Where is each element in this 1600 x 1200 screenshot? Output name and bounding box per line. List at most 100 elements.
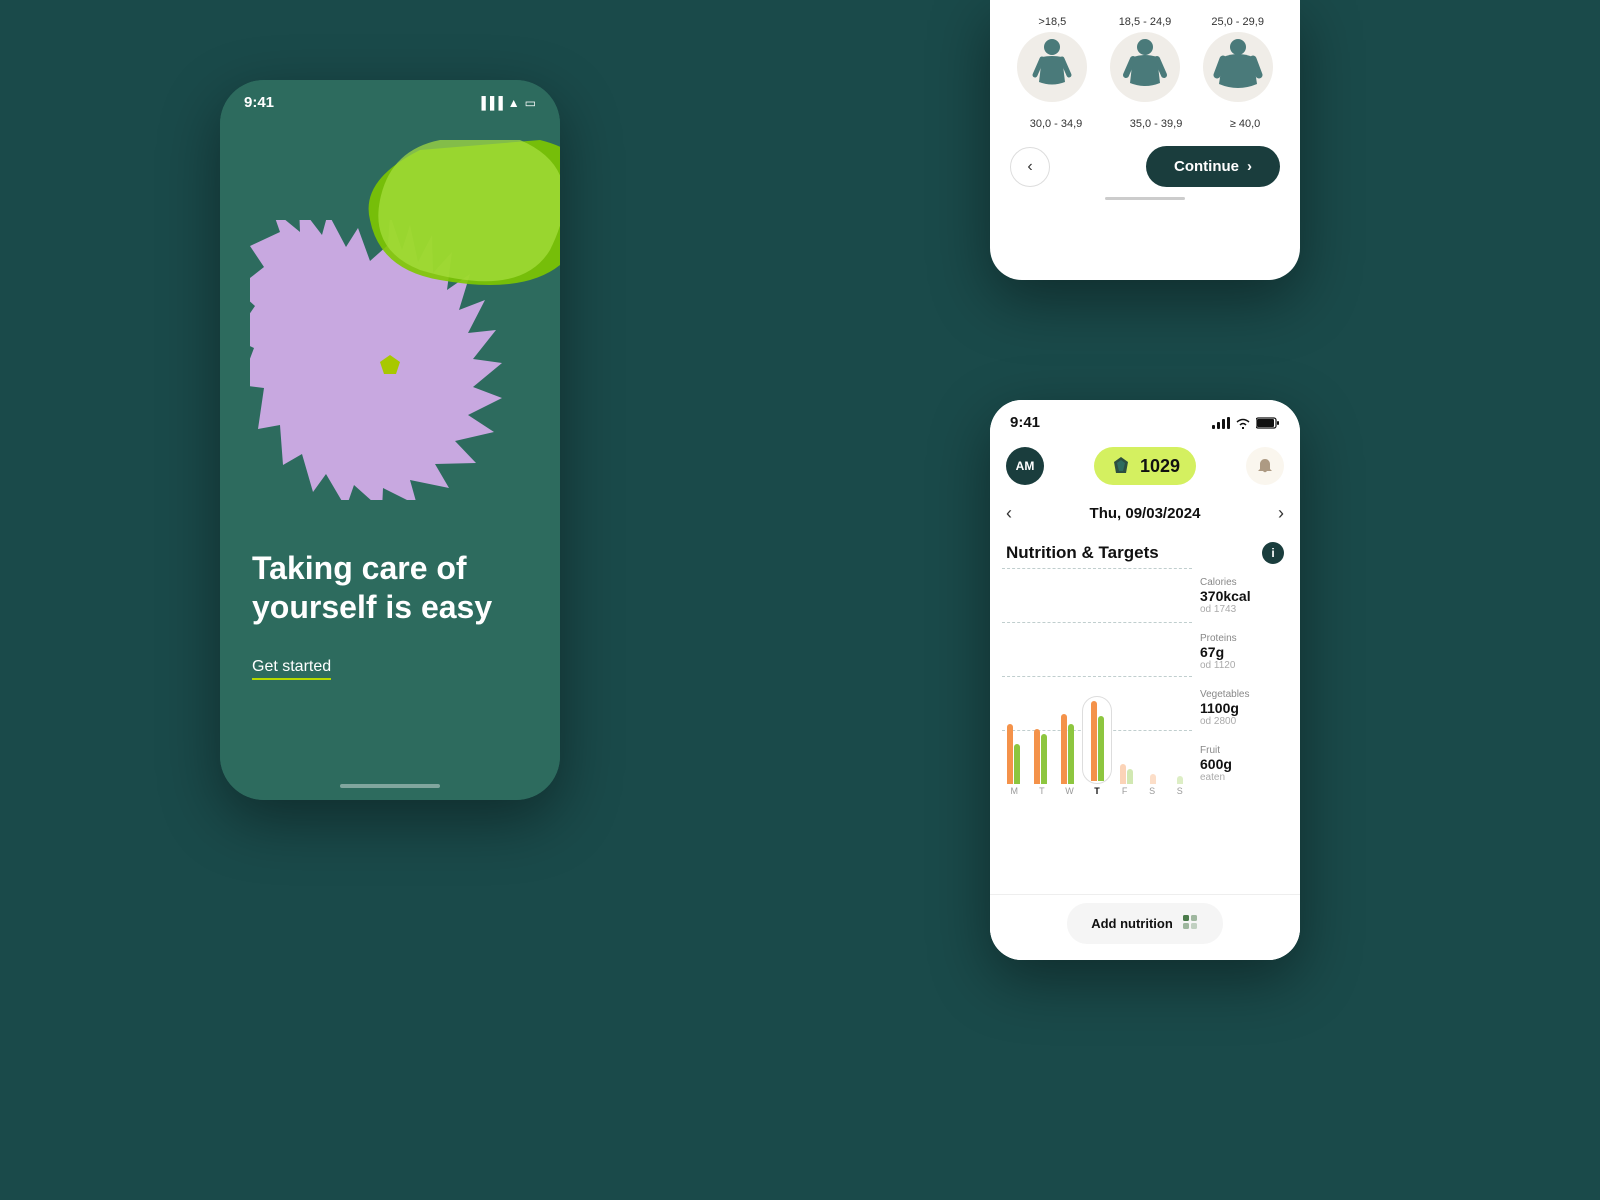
battery-icon-nutrition: [1256, 417, 1280, 429]
stat-vegetables: Vegetables 1100g od 2800: [1200, 689, 1288, 727]
continue-label: Continue: [1174, 158, 1239, 175]
body-figure-3: [1203, 32, 1273, 102]
bar-M-calories: [1007, 724, 1013, 784]
stat-fruit-value: 600g: [1200, 756, 1288, 772]
stat-calories-value: 370kcal: [1200, 588, 1288, 604]
bar-S1-calories: [1150, 774, 1156, 784]
stat-proteins-label: Proteins: [1200, 633, 1288, 644]
day-col-M: [1002, 724, 1026, 784]
day-col-T2-selected[interactable]: [1082, 696, 1112, 784]
bmi-item-6[interactable]: ≥ 40,0: [1230, 118, 1261, 130]
stat-fruit: Fruit 600g eaten: [1200, 745, 1288, 783]
stat-proteins: Proteins 67g od 1120: [1200, 633, 1288, 671]
bmi-item-3[interactable]: 25,0 - 29,9: [1203, 16, 1273, 102]
bmi-label-3: 25,0 - 29,9: [1211, 16, 1264, 28]
stat-vegetables-sub: od 2800: [1200, 716, 1288, 727]
stat-calories-label: Calories: [1200, 577, 1288, 588]
bmi-label-1: >18,5: [1038, 16, 1066, 28]
current-date: Thu, 09/03/2024: [1090, 505, 1201, 522]
bmi-item-4[interactable]: 30,0 - 34,9: [1030, 118, 1083, 130]
bar-T2-proteins: [1098, 716, 1104, 781]
bmi-navigation: ‹ Continue ›: [1006, 146, 1284, 187]
stat-vegetables-label: Vegetables: [1200, 689, 1288, 700]
day-label-S2: S: [1167, 786, 1192, 796]
bar-W-calories: [1061, 714, 1067, 784]
continue-arrow: ›: [1247, 158, 1252, 175]
stat-calories-sub: od 1743: [1200, 604, 1288, 615]
add-nutrition-icon: [1181, 913, 1199, 934]
day-label-F: F: [1112, 786, 1137, 796]
nutrition-status-bar: 9:41: [990, 400, 1300, 439]
day-col-W: [1055, 714, 1079, 784]
phone-nutrition: 9:41: [990, 400, 1300, 960]
calorie-count: 1029: [1140, 456, 1180, 477]
user-avatar[interactable]: AM: [1006, 447, 1044, 485]
home-indicator-top-right: [1105, 197, 1185, 200]
stat-fruit-sub: eaten: [1200, 772, 1288, 783]
bar-T1-calories: [1034, 729, 1040, 784]
day-labels: M T W T F S S: [1002, 784, 1192, 796]
day-col-S1: [1142, 774, 1166, 784]
leaf-decoration: [360, 140, 560, 320]
status-bar-left: 9:41 ▐▐▐ ▲ ▭: [244, 94, 536, 111]
nutrition-status-icons: [1212, 417, 1280, 429]
wifi-icon: ▲: [508, 96, 520, 110]
bmi-item-1[interactable]: >18,5: [1017, 16, 1087, 102]
chart-stats-container: M T W T F S S Calories 370kcal od 1743 P…: [990, 568, 1300, 808]
battery-icon: ▭: [525, 96, 536, 110]
day-label-T2: T: [1085, 786, 1110, 796]
day-col-S2: [1168, 776, 1192, 784]
bar-T1-proteins: [1041, 734, 1047, 784]
nutrition-stats: Calories 370kcal od 1743 Proteins 67g od…: [1200, 568, 1288, 808]
phone-bmi: >18,5 18,5 - 24,9: [990, 0, 1300, 280]
bar-S2-proteins: [1177, 776, 1183, 784]
signal-icon-nutrition: [1212, 417, 1230, 429]
add-nutrition-label: Add nutrition: [1091, 916, 1173, 931]
stat-proteins-value: 67g: [1200, 644, 1288, 660]
main-headline: Taking care of yourself is easy: [252, 549, 528, 626]
chart-container: M T W T F S S: [1002, 568, 1192, 808]
prev-date-button[interactable]: ‹: [1006, 503, 1012, 524]
nutrition-time: 9:41: [1010, 414, 1040, 431]
bar-F-calories: [1120, 764, 1126, 784]
bmi-label-5: 35,0 - 39,9: [1130, 118, 1183, 130]
bmi-item-5[interactable]: 35,0 - 39,9: [1130, 118, 1183, 130]
body-figure-1: [1017, 32, 1087, 102]
nutrition-header: AM 1029: [990, 439, 1300, 493]
bar-M-proteins: [1014, 744, 1020, 784]
bell-icon: [1256, 457, 1274, 475]
home-indicator-left: [340, 784, 440, 788]
get-started-button[interactable]: Get started: [252, 658, 331, 680]
nutrition-section-title: Nutrition & Targets: [1006, 543, 1159, 563]
bottom-bar: Add nutrition: [990, 894, 1300, 960]
phone-left: 9:41 ▐▐▐ ▲ ▭ Taking care of yourself is …: [220, 80, 560, 800]
stat-fruit-label: Fruit: [1200, 745, 1288, 756]
add-nutrition-button[interactable]: Add nutrition: [1067, 903, 1223, 944]
bmi-item-2[interactable]: 18,5 - 24,9: [1110, 16, 1180, 102]
bmi-label-4: 30,0 - 34,9: [1030, 118, 1083, 130]
day-label-M: M: [1002, 786, 1027, 796]
bar-T2-calories: [1091, 701, 1097, 781]
stat-vegetables-value: 1100g: [1200, 700, 1288, 716]
day-col-T1: [1029, 729, 1053, 784]
continue-button[interactable]: Continue ›: [1146, 146, 1280, 187]
day-label-S1: S: [1140, 786, 1165, 796]
bmi-label-2: 18,5 - 24,9: [1119, 16, 1172, 28]
bmi-top-row: >18,5 18,5 - 24,9: [1006, 16, 1284, 102]
chart-bars: [1002, 568, 1192, 784]
day-col-F: [1115, 764, 1139, 784]
info-icon[interactable]: i: [1262, 542, 1284, 564]
day-label-W: W: [1057, 786, 1082, 796]
bar-F-proteins: [1127, 769, 1133, 784]
stat-proteins-sub: od 1120: [1200, 660, 1288, 671]
status-icons-left: ▐▐▐ ▲ ▭: [477, 96, 536, 110]
signal-icon: ▐▐▐: [477, 96, 503, 110]
wifi-icon-nutrition: [1235, 417, 1251, 429]
bell-button[interactable]: [1246, 447, 1284, 485]
back-button[interactable]: ‹: [1010, 147, 1050, 187]
calorie-pill: 1029: [1094, 447, 1196, 485]
left-text-content: Taking care of yourself is easy Get star…: [252, 549, 528, 680]
body-figure-2: [1110, 32, 1180, 102]
next-date-button[interactable]: ›: [1278, 503, 1284, 524]
stat-calories: Calories 370kcal od 1743: [1200, 577, 1288, 615]
